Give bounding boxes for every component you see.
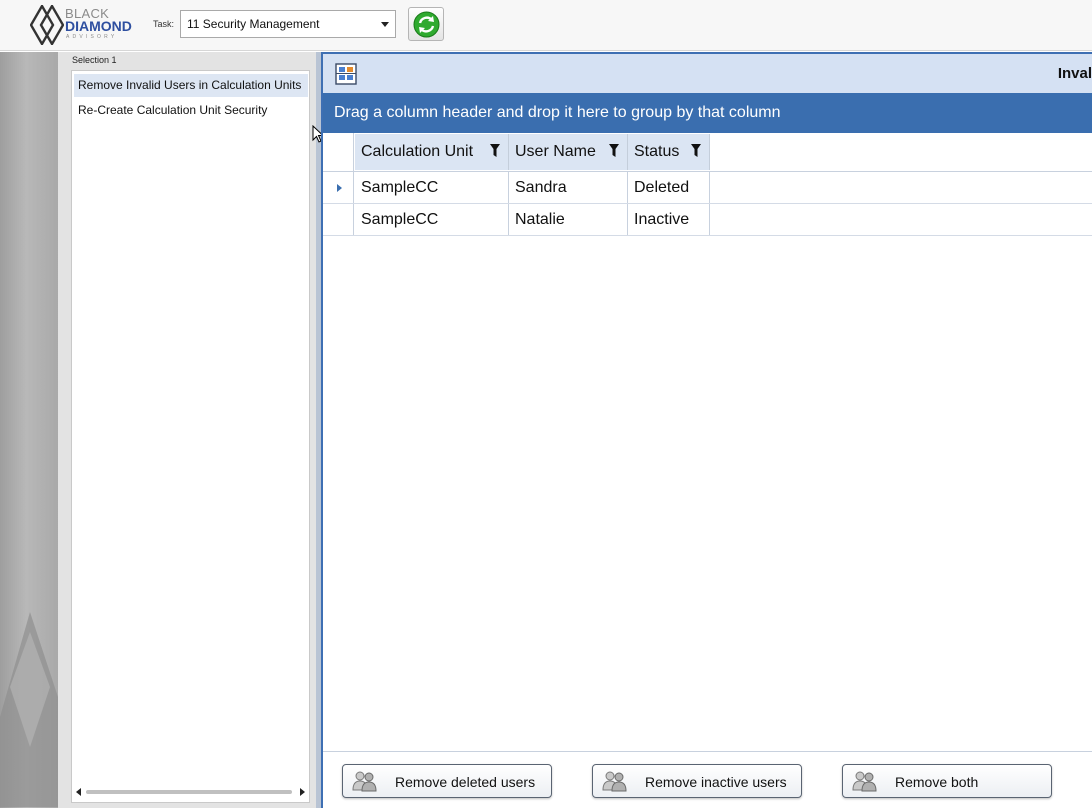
cell-text: SampleCC [361, 211, 439, 228]
cell-text: Sandra [515, 179, 567, 196]
main-panel: Inval Drag a column header and drop it h… [321, 52, 1092, 808]
cell-text: Inactive [634, 211, 690, 228]
top-bar: BLACK DIAMOND ADVISORY Task: 11 Security… [0, 0, 1092, 51]
users-icon [352, 771, 377, 792]
scroll-right-arrow-icon[interactable] [300, 788, 305, 796]
filter-icon[interactable] [691, 144, 701, 158]
selection-panel: Selection 1 Remove Invalid Users in Calc… [58, 52, 316, 808]
grid-header-row: Calculation Unit User Name Status [323, 133, 1092, 172]
remove-inactive-users-button[interactable]: Remove inactive users [592, 764, 802, 798]
export-grid-icon[interactable] [335, 63, 357, 85]
column-header-calculation-unit[interactable]: Calculation Unit [355, 134, 509, 170]
scroll-thumb[interactable] [86, 790, 292, 794]
scroll-left-arrow-icon[interactable] [76, 788, 81, 796]
table-row[interactable]: SampleCC Natalie Inactive [323, 204, 1092, 236]
refresh-button[interactable] [408, 7, 444, 41]
table-row[interactable]: SampleCC Sandra Deleted [323, 172, 1092, 204]
button-label: Remove both [895, 774, 979, 790]
column-header-label: User Name [515, 143, 596, 160]
logo-text-diamond: DIAMOND [65, 18, 132, 34]
main-header: Inval [323, 54, 1092, 93]
selection-title: Selection 1 [72, 55, 117, 65]
filter-icon[interactable] [609, 144, 619, 158]
button-label: Remove inactive users [645, 774, 787, 790]
cell-status[interactable]: Deleted [628, 172, 710, 203]
row-indicator [323, 172, 354, 203]
action-button-bar: Remove deleted users Remove inactive use… [323, 751, 1092, 808]
row-indicator [323, 204, 354, 235]
cell-text: SampleCC [361, 179, 439, 196]
cell-calculation-unit[interactable]: SampleCC [355, 172, 509, 203]
group-by-drop-zone[interactable]: Drag a column header and drop it here to… [323, 93, 1092, 133]
remove-deleted-users-button[interactable]: Remove deleted users [342, 764, 552, 798]
row-indicator-header [323, 133, 354, 172]
refresh-icon [413, 11, 440, 38]
column-header-status[interactable]: Status [628, 134, 710, 170]
decorative-sidebar-strip [0, 52, 58, 808]
page-title: Inval [1057, 65, 1092, 82]
column-header-label: Calculation Unit [361, 143, 474, 160]
task-dropdown-value: 11 Security Management [187, 17, 320, 31]
button-label: Remove deleted users [395, 774, 536, 790]
horizontal-scrollbar[interactable] [76, 787, 305, 797]
column-header-label: Status [634, 143, 680, 160]
brand-logo: BLACK DIAMOND ADVISORY [30, 5, 140, 45]
remove-both-button[interactable]: Remove both [842, 764, 1052, 798]
selection-list: Remove Invalid Users in Calculation Unit… [71, 70, 310, 803]
task-dropdown[interactable]: 11 Security Management [180, 10, 396, 38]
selection-item-recreate-security[interactable]: Re-Create Calculation Unit Security [74, 99, 308, 122]
cell-user-name[interactable]: Natalie [509, 204, 628, 235]
chevron-down-icon [381, 22, 389, 27]
column-header-user-name[interactable]: User Name [509, 134, 628, 170]
mountain-watermark [0, 612, 58, 807]
cell-status[interactable]: Inactive [628, 204, 710, 235]
task-label: Task: [153, 19, 175, 29]
cell-user-name[interactable]: Sandra [509, 172, 628, 203]
group-by-hint: Drag a column header and drop it here to… [334, 104, 781, 121]
users-icon [852, 771, 877, 792]
current-row-arrow-icon [337, 184, 342, 192]
cell-text: Deleted [634, 179, 690, 196]
users-icon [602, 771, 627, 792]
filter-icon[interactable] [490, 144, 500, 158]
diamond-logo-icon [30, 5, 64, 45]
logo-text-advisory: ADVISORY [66, 34, 118, 40]
cell-calculation-unit[interactable]: SampleCC [355, 204, 509, 235]
selection-item-remove-invalid-users[interactable]: Remove Invalid Users in Calculation Unit… [74, 74, 308, 97]
cell-text: Natalie [515, 211, 565, 228]
